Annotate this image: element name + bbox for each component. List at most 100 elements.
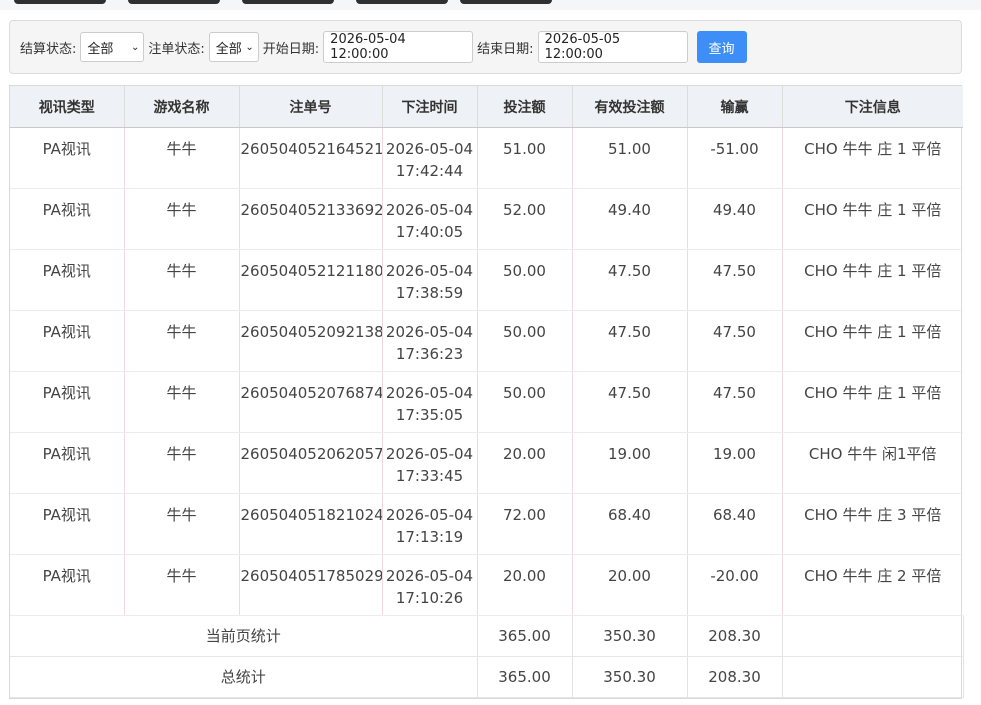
tab-stub[interactable]	[242, 0, 334, 4]
cell-win-loss: 49.40	[687, 188, 783, 250]
total-summary-win-loss: 208.30	[687, 656, 783, 698]
cell-bet-time: 2026-05-04 17:42:44	[382, 127, 478, 189]
order-status-label: 注单状态:	[148, 41, 205, 57]
bet-clock: 17:36:23	[395, 345, 464, 363]
bet-date: 2026-05-04	[385, 445, 474, 463]
cell-bet-time: 2026-05-04 17:38:59	[382, 249, 478, 311]
order-status-value: 全部	[215, 41, 242, 57]
table-row[interactable]: PA视讯 牛牛 260504052076874 2026-05-04 17:35:…	[10, 371, 963, 433]
table-row[interactable]: PA视讯 牛牛 260504052092138 2026-05-04 17:36:…	[10, 310, 963, 372]
top-strip	[0, 0, 981, 10]
cell-bet-time: 2026-05-04 17:33:45	[382, 432, 478, 494]
chevron-down-icon: ⌄	[131, 41, 140, 53]
total-summary-bet: 365.00	[477, 656, 573, 698]
start-date-input[interactable]: 2026-05-04 12:00:00	[323, 31, 474, 63]
query-button[interactable]: 查询	[696, 31, 747, 63]
page-summary-row: 当前页统计 365.00 350.30 208.30	[10, 615, 964, 657]
bet-clock: 17:40:05	[395, 223, 464, 241]
table-row[interactable]: PA视讯 牛牛 260504052164521 2026-05-04 17:42:…	[10, 127, 963, 189]
bet-clock: 17:38:59	[395, 284, 464, 302]
cell-game-name: 牛牛	[124, 310, 240, 372]
cell-bet-info: CHO 牛牛 闲1平倍	[782, 432, 963, 494]
cell-bet-info: CHO 牛牛 庄 1 平倍	[782, 249, 963, 311]
cell-bet-info: CHO 牛牛 庄 3 平倍	[782, 493, 963, 555]
cell-video-type: PA视讯	[10, 127, 125, 189]
header-bet-info[interactable]: 下注信息	[782, 86, 963, 128]
cell-valid-bet: 47.50	[572, 371, 688, 433]
header-order-no[interactable]: 注单号	[239, 86, 383, 128]
start-date-label: 开始日期:	[262, 41, 320, 57]
page-summary-bet: 365.00	[477, 615, 573, 657]
cell-valid-bet: 68.40	[572, 493, 688, 555]
order-status-select[interactable]: 全部 ⌄	[208, 32, 259, 62]
bet-date: 2026-05-04	[385, 567, 474, 585]
end-date-value: 2026-05-05 12:00:00	[544, 32, 621, 62]
header-win-loss[interactable]: 输赢	[687, 86, 783, 128]
tab-stub[interactable]	[128, 0, 220, 4]
bet-date: 2026-05-04	[385, 201, 474, 219]
table-row[interactable]: PA视讯 牛牛 260504052133692 2026-05-04 17:40:…	[10, 188, 963, 250]
bet-records-table: 视讯类型 游戏名称 注单号 下注时间 投注额 有效投注额 输赢 下注信息 PA视…	[9, 85, 964, 699]
cell-order-no: 260504052164521	[239, 127, 383, 189]
end-date-input[interactable]: 2026-05-05 12:00:00	[537, 31, 688, 63]
cell-bet-info: CHO 牛牛 庄 1 平倍	[782, 310, 963, 372]
cell-video-type: PA视讯	[10, 371, 125, 433]
bet-date: 2026-05-04	[385, 140, 474, 158]
tab-stub[interactable]	[14, 0, 106, 4]
tab-stub[interactable]	[356, 0, 448, 4]
cell-win-loss: 47.50	[687, 249, 783, 311]
cell-video-type: PA视讯	[10, 310, 125, 372]
bet-date: 2026-05-04	[385, 323, 474, 341]
cell-game-name: 牛牛	[124, 188, 240, 250]
cell-bet-amount: 20.00	[477, 554, 573, 616]
cell-video-type: PA视讯	[10, 249, 125, 311]
cell-bet-amount: 50.00	[477, 371, 573, 433]
cell-win-loss: -51.00	[687, 127, 783, 189]
cell-bet-amount: 50.00	[477, 249, 573, 311]
cell-game-name: 牛牛	[124, 127, 240, 189]
header-bet-time[interactable]: 下注时间	[382, 86, 478, 128]
cell-bet-info: CHO 牛牛 庄 2 平倍	[782, 554, 963, 616]
header-bet-amount[interactable]: 投注额	[477, 86, 573, 128]
cell-game-name: 牛牛	[124, 249, 240, 311]
cell-game-name: 牛牛	[124, 371, 240, 433]
table-row[interactable]: PA视讯 牛牛 260504052062057 2026-05-04 17:33:…	[10, 432, 963, 494]
bet-date: 2026-05-04	[385, 384, 474, 402]
bet-clock: 17:35:05	[395, 406, 464, 424]
tab-stub[interactable]	[460, 0, 552, 4]
settle-status-select[interactable]: 全部 ⌄	[80, 32, 145, 62]
cell-bet-info: CHO 牛牛 庄 1 平倍	[782, 371, 963, 433]
total-summary-valid-bet: 350.30	[572, 656, 688, 698]
cell-bet-amount: 72.00	[477, 493, 573, 555]
cell-game-name: 牛牛	[124, 432, 240, 494]
settle-status-label: 结算状态:	[20, 41, 77, 57]
cell-bet-info: CHO 牛牛 庄 1 平倍	[782, 127, 963, 189]
page-summary-label: 当前页统计	[10, 615, 478, 657]
cell-order-no: 260504052133692	[239, 188, 383, 250]
cell-bet-time: 2026-05-04 17:40:05	[382, 188, 478, 250]
cell-bet-amount: 50.00	[477, 310, 573, 372]
header-video-type[interactable]: 视讯类型	[10, 86, 125, 128]
cell-bet-time: 2026-05-04 17:13:19	[382, 493, 478, 555]
header-valid-bet[interactable]: 有效投注额	[572, 86, 688, 128]
cell-video-type: PA视讯	[10, 554, 125, 616]
cell-win-loss: 68.40	[687, 493, 783, 555]
cell-valid-bet: 47.50	[572, 310, 688, 372]
page-summary-empty	[782, 615, 964, 657]
cell-order-no: 260504052062057	[239, 432, 383, 494]
bet-clock: 17:10:26	[395, 589, 464, 607]
table-row[interactable]: PA视讯 牛牛 260504051785029 2026-05-04 17:10:…	[10, 554, 963, 616]
end-date-label: 结束日期:	[477, 41, 534, 57]
cell-valid-bet: 49.40	[572, 188, 688, 250]
page-summary-valid-bet: 350.30	[572, 615, 688, 657]
cell-bet-amount: 52.00	[477, 188, 573, 250]
cell-win-loss: -20.00	[687, 554, 783, 616]
cell-win-loss: 19.00	[687, 432, 783, 494]
cell-bet-time: 2026-05-04 17:10:26	[382, 554, 478, 616]
cell-video-type: PA视讯	[10, 493, 125, 555]
cell-order-no: 260504052121180	[239, 249, 383, 311]
table-row[interactable]: PA视讯 牛牛 260504051821024 2026-05-04 17:13:…	[10, 493, 963, 555]
header-game-name[interactable]: 游戏名称	[124, 86, 240, 128]
cell-bet-time: 2026-05-04 17:35:05	[382, 371, 478, 433]
table-row[interactable]: PA视讯 牛牛 260504052121180 2026-05-04 17:38:…	[10, 249, 963, 311]
